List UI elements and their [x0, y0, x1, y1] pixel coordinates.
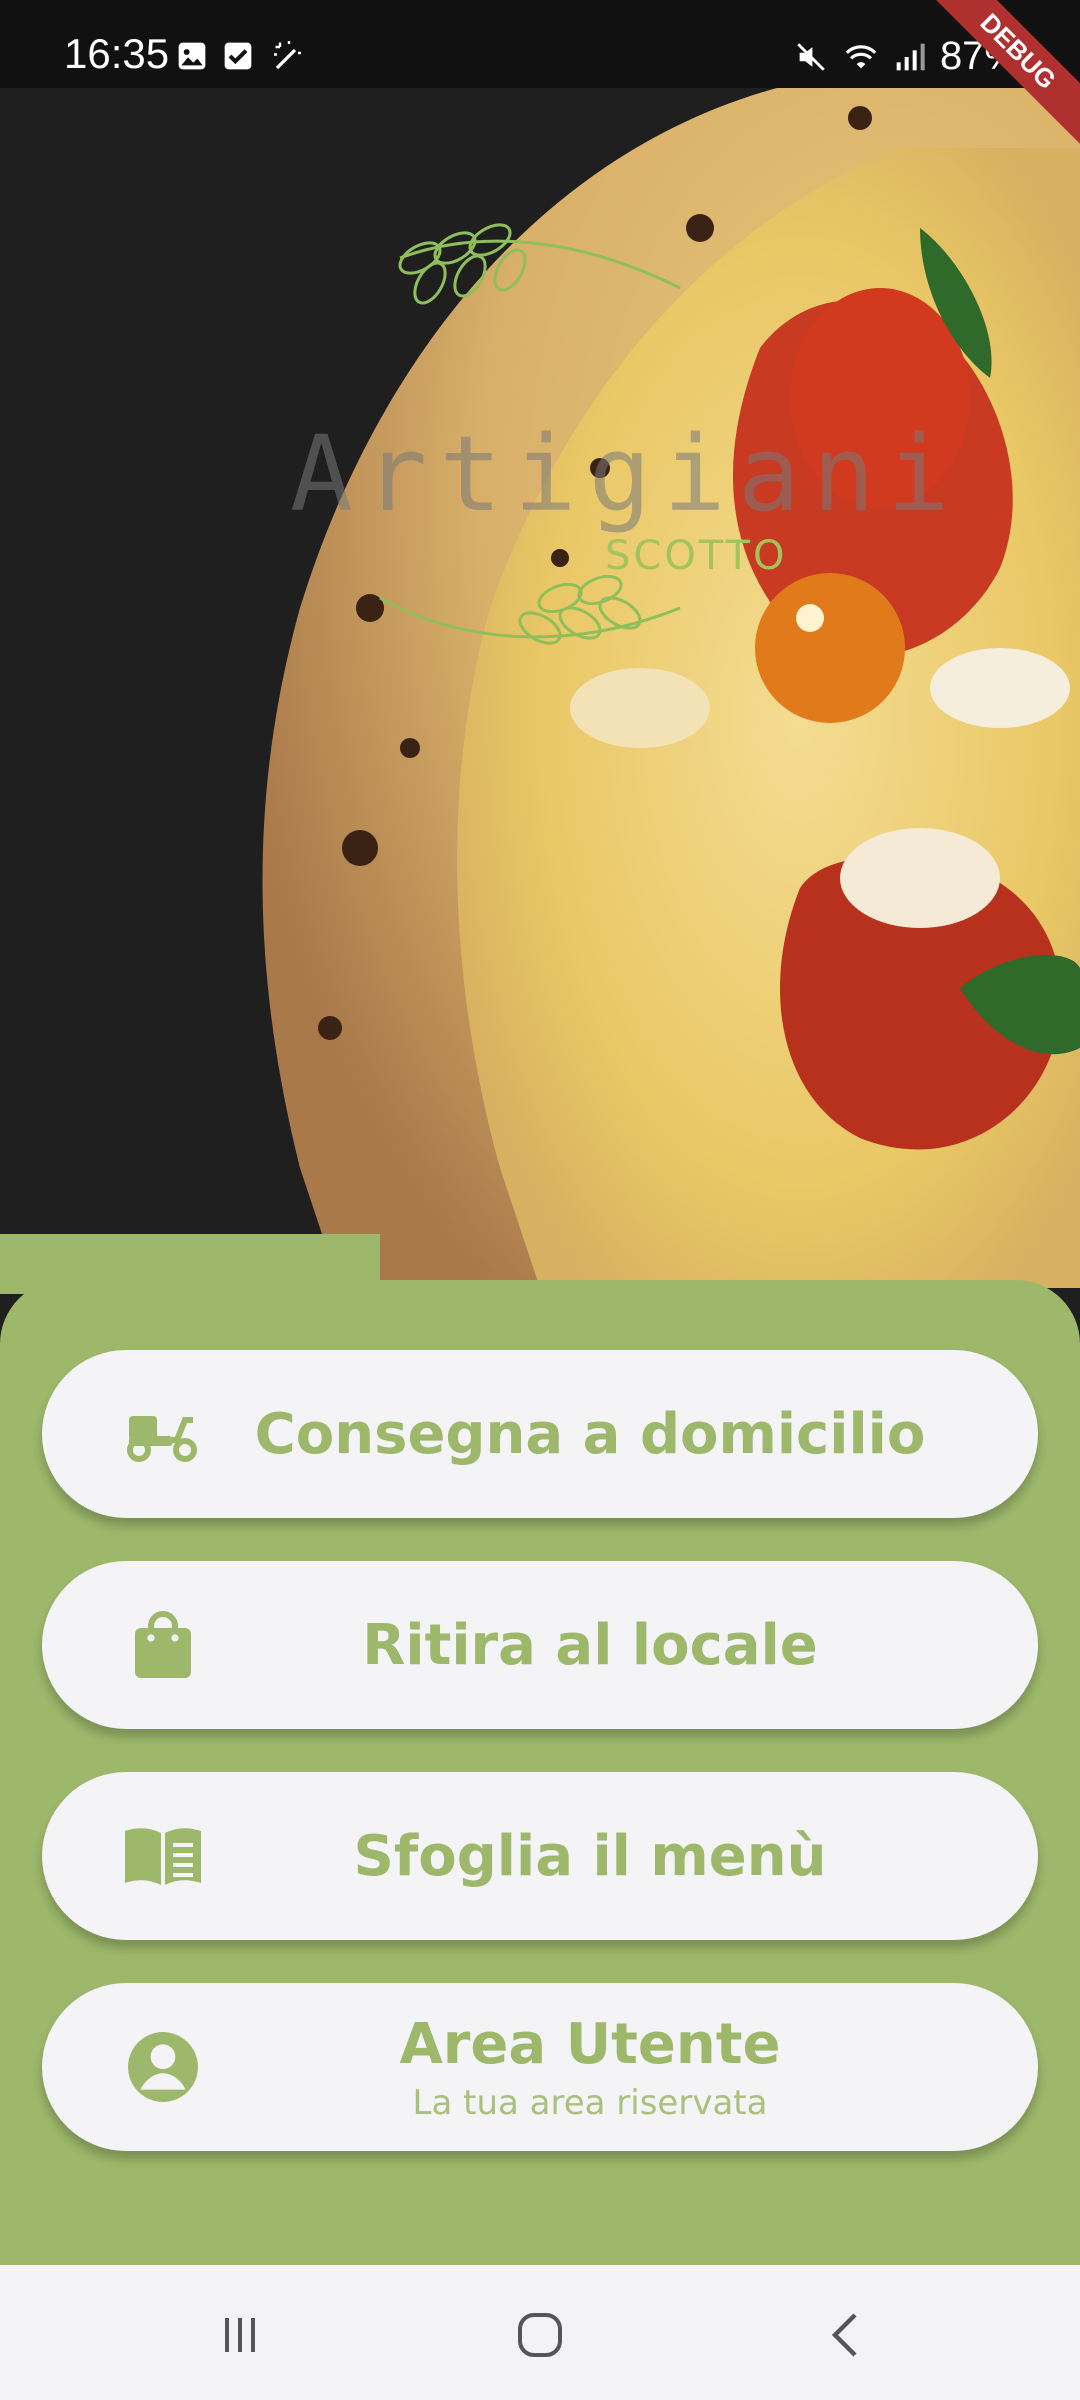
back-button[interactable]	[785, 2295, 905, 2375]
debug-banner-text: DEBUG	[920, 0, 1080, 152]
hero-pizza-image: Artigiani SCOTTO	[0, 88, 1080, 1288]
user-area-button[interactable]: Area Utente La tua area riservata	[42, 1983, 1038, 2151]
recent-apps-icon	[225, 2318, 255, 2352]
scooter-icon	[122, 1393, 204, 1475]
gallery-notification-icon	[178, 42, 206, 70]
wifi-icon	[845, 44, 877, 68]
shopping-bag-icon	[122, 1604, 204, 1686]
home-icon	[518, 2313, 562, 2357]
recent-apps-button[interactable]	[180, 2295, 300, 2375]
status-time: 16:35	[64, 30, 170, 77]
pickup-button[interactable]: Ritira al locale	[42, 1561, 1038, 1729]
user-area-label: Area Utente	[399, 2011, 781, 2077]
system-navigation-bar	[0, 2265, 1080, 2400]
logo-subtitle: SCOTTO	[605, 533, 788, 579]
brand-logo: Artigiani SCOTTO	[280, 178, 950, 738]
action-panel: Consegna a domicilio Ritira al locale Sf…	[0, 1280, 1080, 2265]
notification-icons	[176, 38, 304, 74]
browse-menu-button[interactable]: Sfoglia il menù	[42, 1772, 1038, 1940]
debug-banner: DEBUG	[920, 0, 1080, 160]
account-circle-icon	[122, 2026, 204, 2108]
user-area-sublabel: La tua area riservata	[412, 2082, 768, 2123]
logo-title: Artigiani	[290, 413, 962, 535]
home-delivery-button[interactable]: Consegna a domicilio	[42, 1350, 1038, 1518]
status-bar: 16:35 87%	[0, 0, 1080, 88]
menu-book-icon	[122, 1815, 204, 1897]
back-icon	[831, 2313, 857, 2357]
app-screen: 16:35 87% DEBUG Artigiani SCOTTO Consegn…	[0, 0, 1080, 2400]
home-button[interactable]	[480, 2295, 600, 2375]
checkbox-notification-icon	[224, 42, 252, 70]
mute-icon	[797, 42, 825, 71]
magic-wand-icon	[274, 41, 301, 70]
